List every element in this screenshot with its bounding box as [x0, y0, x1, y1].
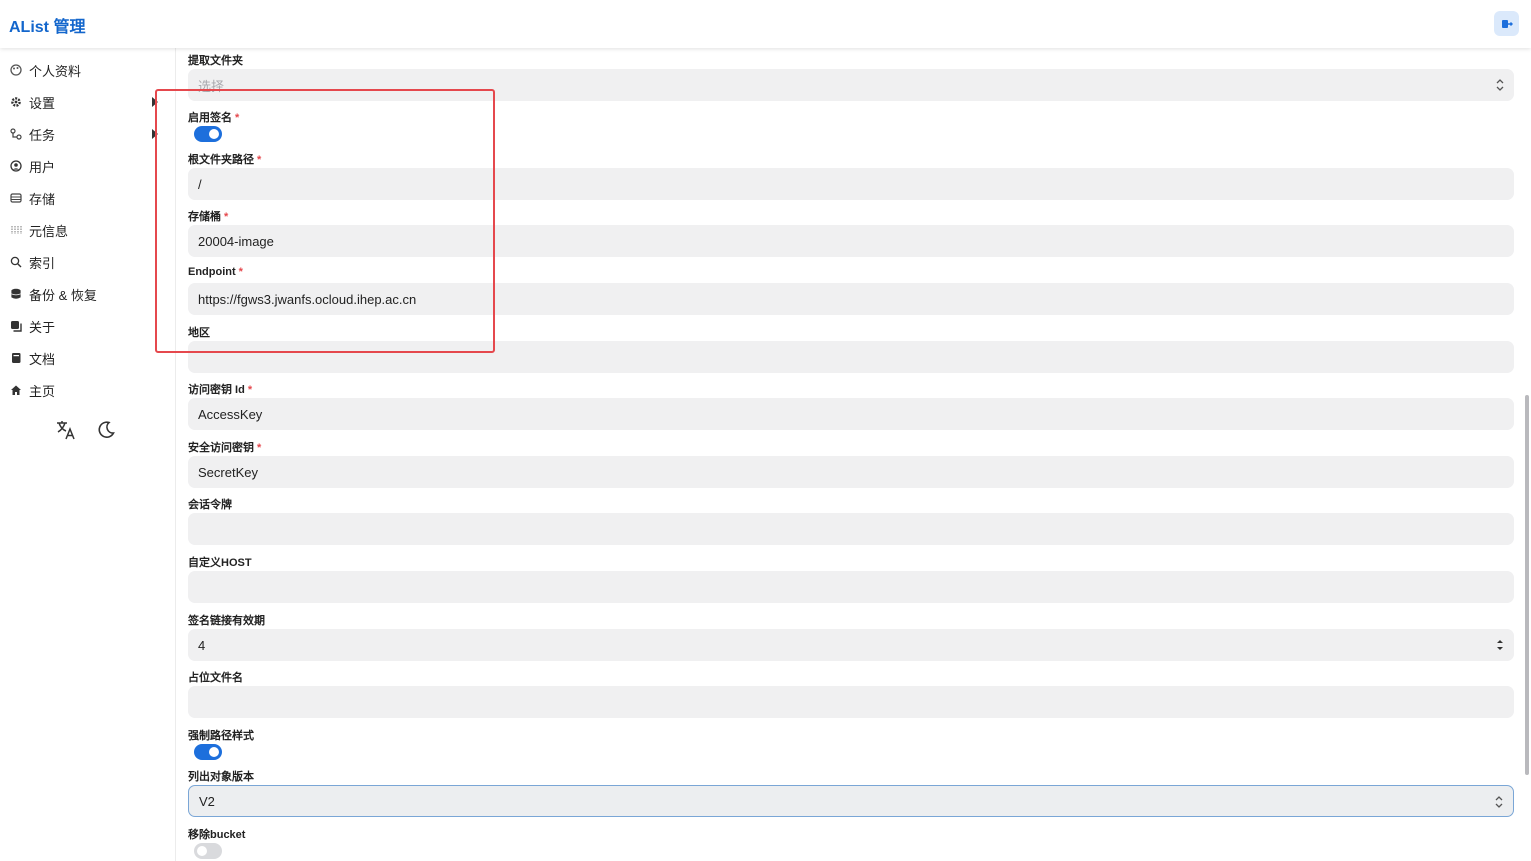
sign-url-expire-value: 4: [198, 637, 206, 653]
list-object-version-label: 列出对象版本: [188, 771, 254, 783]
gear-icon: [9, 95, 23, 109]
app-title[interactable]: AList 管理: [9, 13, 85, 37]
bucket-label: 存储桶 *: [188, 211, 229, 223]
toggle-knob: [209, 747, 219, 757]
extract-folder-select[interactable]: 选择: [188, 69, 1514, 101]
custom-host-label: 自定义HOST: [188, 557, 252, 569]
endpoint-input[interactable]: https://fgws3.jwanfs.ocloud.ihep.ac.cn: [188, 283, 1514, 315]
required-mark: *: [257, 442, 262, 454]
logout-button[interactable]: [1494, 11, 1519, 36]
session-token-label: 会话令牌: [188, 499, 232, 511]
secret-access-key-input[interactable]: SecretKey: [188, 456, 1514, 488]
secret-access-key-label: 安全访问密钥 *: [188, 442, 262, 454]
session-token-input[interactable]: [188, 513, 1514, 545]
sidebar-item-label: 关于: [29, 319, 56, 335]
region-input[interactable]: [188, 341, 1514, 373]
access-key-id-input[interactable]: AccessKey: [188, 398, 1514, 430]
region-label: 地区: [188, 327, 210, 339]
required-mark: *: [257, 154, 262, 166]
list-object-version-value: V2: [199, 793, 215, 809]
sidebar-item-backup-restore[interactable]: 备份 & 恢复: [9, 283, 97, 305]
required-mark: *: [247, 384, 253, 396]
sidebar-item-label: 存储: [29, 191, 56, 207]
top-bar: AList 管理: [0, 0, 1531, 48]
toggle-knob: [197, 846, 207, 856]
backup-icon: [9, 287, 23, 301]
enable-sign-toggle[interactable]: [194, 126, 222, 142]
storage-form: 提取文件夹 选择 启用签名 * 根文件夹路径 * / 存储桶 * 20004-imag…: [176, 48, 1531, 861]
root-folder-path-input[interactable]: /: [188, 168, 1514, 200]
enable-sign-label: 启用签名 *: [188, 112, 240, 124]
select-updown-icon: [1495, 796, 1503, 808]
page-scrollbar[interactable]: [1525, 395, 1529, 775]
sidebar-item-index[interactable]: 索引: [9, 251, 55, 273]
translate-icon[interactable]: [54, 418, 78, 442]
home-icon: [9, 383, 23, 397]
sidebar-item-storage[interactable]: 存储: [9, 187, 55, 209]
moon-icon[interactable]: [94, 418, 118, 442]
sign-url-expire-label: 签名链接有效期: [188, 615, 265, 627]
bucket-input[interactable]: 20004-image: [188, 225, 1514, 257]
book-icon: [9, 351, 23, 365]
logout-icon: [1501, 19, 1513, 28]
endpoint-label: Endpoint *: [188, 266, 243, 278]
sidebar-item-label: 文档: [29, 351, 56, 367]
expand-settings-caret-icon[interactable]: [152, 97, 158, 107]
search-icon: [9, 255, 23, 269]
sidebar-item-label: 任务: [29, 127, 56, 143]
sidebar-item-label: 索引: [29, 255, 56, 271]
sidebar-item-label: 元信息: [29, 223, 69, 239]
toggle-knob: [209, 129, 219, 139]
remove-bucket-label: 移除bucket: [188, 829, 246, 841]
expand-tasks-caret-icon[interactable]: [152, 129, 158, 139]
sidebar-item-label: 主页: [29, 383, 56, 399]
access-key-id-label: 访问密钥 Id *: [188, 384, 253, 396]
root-folder-path-label: 根文件夹路径 *: [188, 154, 262, 166]
sidebar-item-label: 备份 & 恢复: [29, 287, 97, 303]
extract-folder-placeholder: 选择: [198, 78, 225, 94]
sidebar: 个人资料 设置 任务 用户 存储 元信息 索引 备份 & 恢复 关于 文档 主页: [0, 48, 176, 861]
sidebar-item-label: 设置: [29, 95, 56, 111]
palette-icon: [9, 63, 23, 77]
sidebar-item-settings[interactable]: 设置: [9, 91, 55, 113]
sidebar-tools: [54, 418, 118, 442]
force-path-style-label: 强制路径样式: [188, 730, 254, 742]
sign-url-expire-number-input[interactable]: 4: [188, 629, 1514, 661]
custom-host-input[interactable]: [188, 571, 1514, 603]
sidebar-item-tasks[interactable]: 任务: [9, 123, 55, 145]
extract-folder-label: 提取文件夹: [188, 55, 243, 67]
placeholder-file-label: 占位文件名: [188, 672, 243, 684]
sidebar-item-docs[interactable]: 文档: [9, 347, 55, 369]
select-updown-icon: [1496, 79, 1504, 91]
sidebar-item-label: 个人资料: [29, 63, 82, 79]
required-mark: *: [238, 266, 243, 278]
remove-bucket-toggle[interactable]: [194, 843, 222, 859]
user-icon: [9, 159, 23, 173]
force-path-style-toggle[interactable]: [194, 744, 222, 760]
list-object-version-select[interactable]: V2: [188, 785, 1514, 817]
workflow-icon: [9, 127, 23, 141]
required-mark: *: [224, 211, 229, 223]
sidebar-item-users[interactable]: 用户: [9, 155, 55, 177]
meta-icon: [9, 223, 23, 237]
placeholder-file-input[interactable]: [188, 686, 1514, 718]
sidebar-item-meta[interactable]: 元信息: [9, 219, 68, 241]
required-mark: *: [235, 112, 240, 124]
copy-icon: [9, 319, 23, 333]
database-icon: [9, 191, 23, 205]
sidebar-item-profile[interactable]: 个人资料: [9, 59, 81, 81]
sidebar-item-label: 用户: [29, 159, 56, 175]
sidebar-item-home[interactable]: 主页: [9, 379, 55, 401]
stepper-icon[interactable]: [1496, 638, 1504, 652]
sidebar-item-about[interactable]: 关于: [9, 315, 55, 337]
